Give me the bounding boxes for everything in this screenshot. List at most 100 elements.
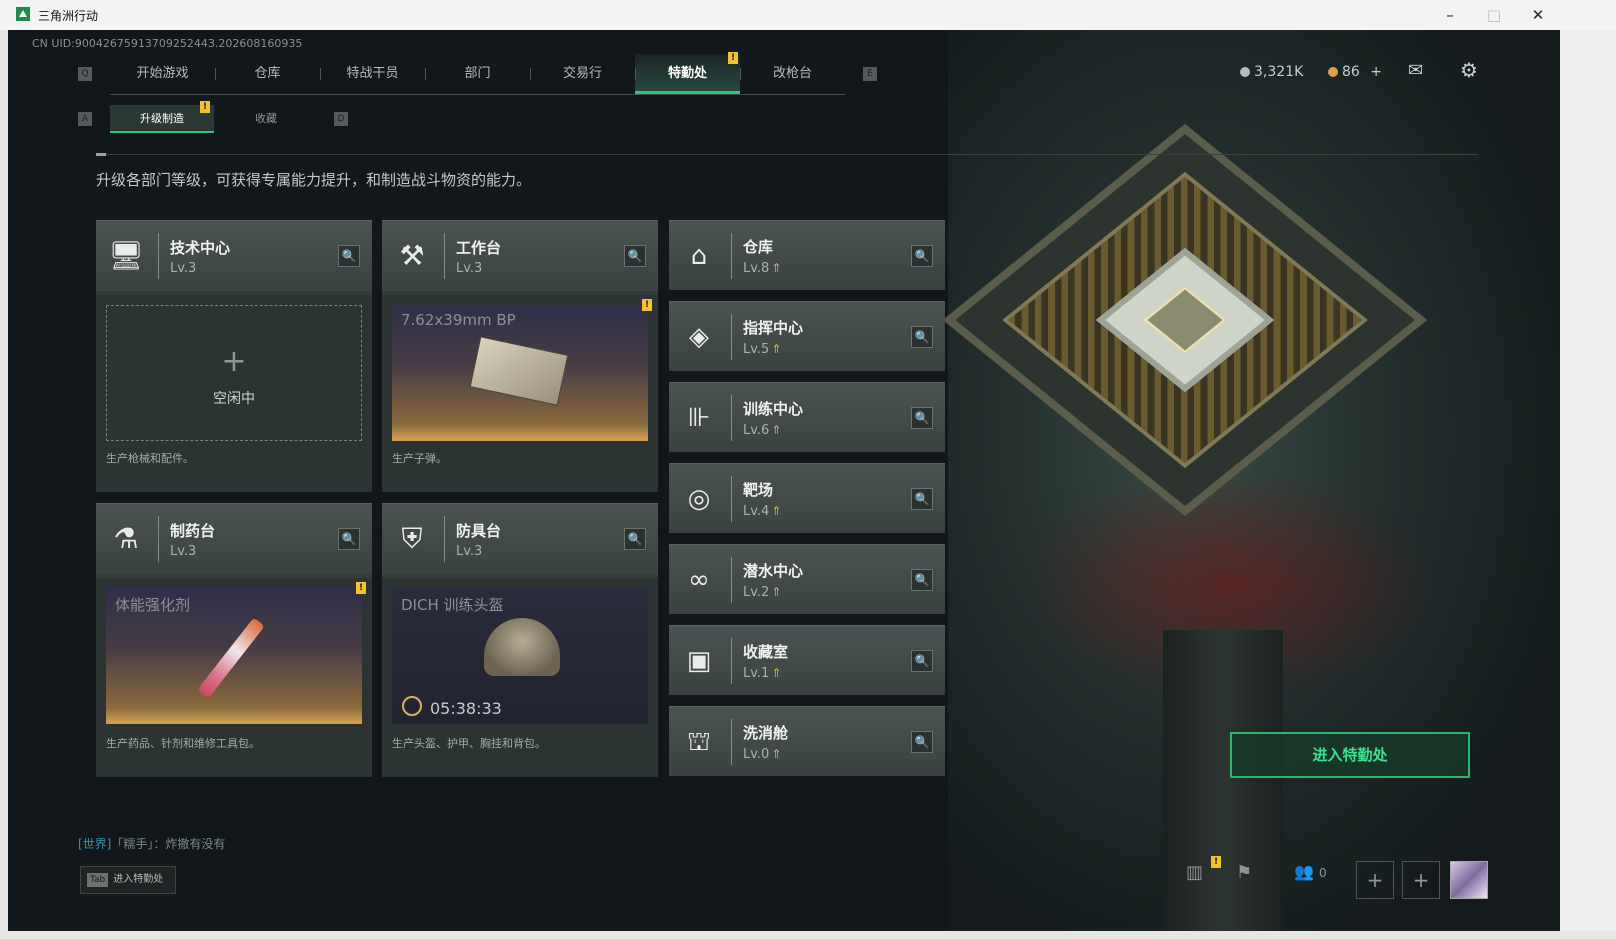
station-header: ⛨ 防具台 Lv.3 🔍	[382, 504, 658, 574]
add-party-slot-1[interactable]: +	[1356, 861, 1394, 899]
search-icon[interactable]: 🔍	[911, 407, 933, 429]
upgrade-arrow-icon: ⇑	[771, 342, 782, 356]
minimize-button[interactable]: –	[1428, 0, 1472, 30]
stats-icon[interactable]: ▥	[1186, 862, 1203, 898]
add-currency-button[interactable]: +	[1370, 64, 1382, 80]
station-header: ⚒ 工作台 Lv.3 🔍	[382, 221, 658, 291]
craft-slot[interactable]: 体能强化剂 !	[106, 582, 366, 724]
warehouse-icon: ⌂	[690, 241, 708, 271]
window-frame-right	[1560, 30, 1616, 939]
tab-operators[interactable]: 特战干员	[320, 54, 425, 94]
uid-label: CN UID:9004267591370925244З.202608160935	[32, 37, 303, 50]
close-button[interactable]: ✕	[1516, 0, 1560, 30]
search-icon[interactable]: 🔍	[911, 650, 933, 672]
nav-key-left: Q	[78, 67, 92, 81]
chat-channel: [世界]	[78, 837, 112, 851]
facility-name: 仓库	[743, 238, 774, 256]
tab-warehouse[interactable]: 仓库	[215, 54, 320, 94]
facility-name: 训练中心	[743, 400, 804, 418]
station-pharmacy[interactable]: ⚗ 制药台 Lv.3 🔍 体能强化剂 ! 生产药品、针剂和维修工具包。	[96, 503, 372, 777]
currency-premium[interactable]: 86 +	[1328, 64, 1382, 80]
mail-icon[interactable]: ✉	[1408, 60, 1423, 81]
tab-start-game[interactable]: 开始游戏	[110, 54, 215, 94]
tab-hint-button[interactable]: Tab 进入特勤处	[80, 866, 176, 894]
notification-badge: !	[728, 51, 738, 64]
facility-training-center[interactable]: ⊪ 训练中心 Lv.6 ⇑ 🔍	[669, 382, 945, 452]
craft-slot[interactable]: 7.62x39mm BP !	[392, 299, 652, 441]
tab-special-ops[interactable]: 特勤处 !	[635, 51, 740, 94]
search-icon[interactable]: 🔍	[624, 528, 646, 550]
dumbbell-icon: ⊪	[687, 403, 711, 433]
sub-nav: A 升级制造 ! 收藏 D	[78, 101, 348, 134]
facility-name: 靶场	[743, 481, 774, 499]
search-icon[interactable]: 🔍	[624, 245, 646, 267]
facility-shooting-range[interactable]: ◎ 靶场 Lv.4 ⇑ 🔍	[669, 463, 945, 533]
helmet-image	[484, 618, 560, 676]
tab-gunsmith[interactable]: 改枪台	[740, 54, 845, 94]
station-name: 工作台	[456, 239, 502, 257]
facility-level: Lv.1 ⇑	[743, 666, 782, 681]
add-party-slot-2[interactable]: +	[1402, 861, 1440, 899]
search-icon[interactable]: 🔍	[911, 569, 933, 591]
station-tech-center[interactable]: 🖥 技术中心 Lv.3 🔍 + 空闲中 生产枪械和配件。	[96, 220, 372, 492]
notification-badge: !	[1211, 856, 1221, 868]
subnav-key-right: D	[334, 112, 348, 126]
premium-coin-icon	[1328, 67, 1338, 77]
facility-diving-center[interactable]: ∞ 潜水中心 Lv.2 ⇑ 🔍	[669, 544, 945, 614]
craft-slot[interactable]: DICH 训练头盔 05:38:33	[392, 588, 648, 724]
currency-coins[interactable]: 3,321K	[1240, 64, 1303, 80]
craft-slot-empty[interactable]: + 空闲中	[106, 305, 362, 441]
station-body: DICH 训练头盔 05:38:33 生产头盔、护甲、胸挂和背包。	[382, 578, 658, 777]
search-icon[interactable]: 🔍	[911, 326, 933, 348]
nav-tabs: 开始游戏 仓库 特战干员 部门 交易行 特勤处 ! 改枪台	[110, 51, 845, 95]
divider	[96, 153, 1478, 156]
collection-icon: ▣	[686, 646, 712, 676]
station-workbench[interactable]: ⚒ 工作台 Lv.3 🔍 7.62x39mm BP ! 生产子弹。	[382, 220, 658, 492]
diving-mask-icon: ∞	[688, 565, 710, 595]
craft-item-name: DICH 训练头盔	[401, 596, 504, 614]
station-level: Lv.3	[170, 261, 197, 276]
search-icon[interactable]: 🔍	[911, 245, 933, 267]
facility-decontamination[interactable]: ⛫ 洗消舱 Lv.0 ⇑ 🔍	[669, 706, 945, 776]
flag-icon[interactable]: ⚑	[1236, 862, 1252, 898]
enter-special-ops-button[interactable]: 进入特勤处	[1230, 732, 1470, 778]
facility-level: Lv.8 ⇑	[743, 261, 782, 276]
tab-hint-label: 进入特勤处	[113, 874, 164, 885]
subnav-key-left: A	[78, 112, 92, 126]
avatar[interactable]	[1450, 861, 1488, 899]
search-icon[interactable]: 🔍	[911, 488, 933, 510]
tab-special-ops-label: 特勤处	[667, 65, 707, 81]
flask-icon: ⚗	[113, 522, 139, 555]
friends-button[interactable]: 👥 0	[1294, 862, 1327, 898]
facility-collection-room[interactable]: ▣ 收藏室 Lv.1 ⇑ 🔍	[669, 625, 945, 695]
station-body: 7.62x39mm BP ! 生产子弹。	[382, 295, 658, 492]
facility-name: 洗消舱	[743, 724, 789, 742]
tab-department[interactable]: 部门	[425, 54, 530, 94]
window-frame-left	[0, 0, 8, 939]
facility-level: Lv.6 ⇑	[743, 423, 782, 438]
station-description: 生产子弹。	[392, 452, 447, 465]
tab-upgrade-craft[interactable]: 升级制造 !	[110, 101, 214, 133]
tab-collection[interactable]: 收藏	[214, 105, 318, 133]
command-icon: ◈	[689, 322, 709, 352]
station-name: 技术中心	[170, 239, 231, 257]
game-viewport: CN UID:9004267591370925244З.202608160935…	[8, 30, 1560, 931]
facility-warehouse[interactable]: ⌂ 仓库 Lv.8 ⇑ 🔍	[669, 220, 945, 290]
search-icon[interactable]: 🔍	[338, 528, 360, 550]
scene-pillar	[1163, 630, 1283, 931]
coin-icon	[1240, 67, 1250, 77]
search-icon[interactable]: 🔍	[338, 245, 360, 267]
friends-icon: 👥	[1294, 862, 1314, 881]
station-level: Lv.3	[170, 544, 197, 559]
gear-icon[interactable]: ⚙	[1460, 58, 1478, 82]
hammer-icon: ⚒	[399, 239, 425, 272]
upgrade-arrow-icon: ⇑	[771, 423, 782, 437]
window-frame-bottom	[0, 931, 1616, 939]
upgrade-arrow-icon: ⇑	[771, 585, 782, 599]
search-icon[interactable]: 🔍	[911, 731, 933, 753]
facility-command-center[interactable]: ◈ 指挥中心 Lv.5 ⇑ 🔍	[669, 301, 945, 371]
chat-message[interactable]: [世界]「糯手」：炸撤有没有	[78, 835, 225, 852]
maximize-button[interactable]: □	[1472, 0, 1516, 30]
station-armor[interactable]: ⛨ 防具台 Lv.3 🔍 DICH 训练头盔 05:38:33 生产头盔、护甲、…	[382, 503, 658, 777]
tab-trading[interactable]: 交易行	[530, 54, 635, 94]
